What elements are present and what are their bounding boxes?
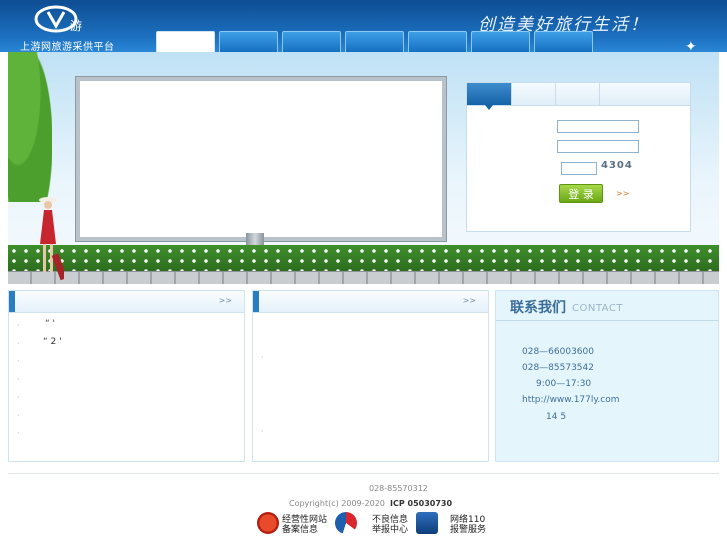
logo-text: 上游网旅游采供平台 xyxy=(20,42,115,52)
badge-text-2[interactable]: 不良信息 举报中心 xyxy=(372,515,408,535)
fence-image xyxy=(8,271,719,284)
contact-phone-2: 028—85573542 xyxy=(522,363,594,373)
username-input[interactable] xyxy=(557,120,639,133)
panel-header-bar xyxy=(253,291,259,312)
tree-image xyxy=(8,52,52,202)
login-tab-1[interactable] xyxy=(467,83,512,105)
divider xyxy=(496,320,718,321)
footer-divider xyxy=(8,473,719,474)
bullet-icon: · xyxy=(17,393,20,402)
nav-tab-7[interactable] xyxy=(534,31,593,52)
nav-tab-6[interactable] xyxy=(471,31,530,52)
login-button[interactable]: 登 录 xyxy=(559,184,603,203)
panel-more-link[interactable]: >> xyxy=(463,296,476,305)
bullet-icon: · xyxy=(17,411,20,420)
nav-tab-4[interactable] xyxy=(345,31,404,52)
svg-text:游: 游 xyxy=(70,19,82,33)
contact-website-link[interactable]: http://www.177ly.com xyxy=(522,395,620,405)
hedge-image xyxy=(8,245,719,271)
nav-tab-3[interactable] xyxy=(282,31,341,52)
nav-tab-2[interactable] xyxy=(219,31,278,52)
captcha-image[interactable]: 4304 xyxy=(601,160,633,171)
site-header: 游 上游网旅游采供平台 创造美好旅行生活！ ✦ xyxy=(0,0,727,52)
contact-title: 联系我们 xyxy=(510,300,566,316)
bullet-icon: · xyxy=(261,427,264,436)
contact-hours: 9:00—17:30 xyxy=(536,379,592,389)
password-input[interactable] xyxy=(557,140,639,153)
contact-panel: 联系我们 CONTACT 028—66003600 028—85573542 9… xyxy=(495,290,719,462)
business-license-badge-icon[interactable] xyxy=(257,512,279,534)
contact-phone-1: 028—66003600 xyxy=(522,347,594,357)
bullet-icon: · xyxy=(17,321,20,330)
contact-misc: 14 5 xyxy=(546,412,567,422)
login-more-link[interactable]: >> xyxy=(616,189,629,198)
traveler-image xyxy=(39,197,64,281)
list-item[interactable]: “ ' xyxy=(45,319,55,329)
bullet-icon: · xyxy=(17,429,20,438)
contact-subtitle: CONTACT xyxy=(572,303,623,314)
panel-header: >> xyxy=(253,291,488,313)
news-panel-left: >> · “ ' · “ 2 ' · · · · · xyxy=(8,290,245,462)
login-tab-3[interactable] xyxy=(555,83,600,105)
panel-more-link[interactable]: >> xyxy=(219,296,232,305)
footer-phone: 028-85570312 xyxy=(369,484,428,493)
nav-tab-5[interactable] xyxy=(408,31,467,52)
sparkle-icon: ✦ xyxy=(685,39,697,52)
badge-text-1[interactable]: 经营性网站 备案信息 xyxy=(282,515,327,535)
login-panel: 4304 登 录 >> xyxy=(466,82,691,232)
footer-copyright: Copyright(c) 2009-2020 xyxy=(289,499,385,508)
panel-header: >> xyxy=(9,291,244,313)
panel-header-bar xyxy=(9,291,15,312)
police-110-badge-icon[interactable] xyxy=(416,512,438,534)
bullet-icon: · xyxy=(17,357,20,366)
login-tabs xyxy=(467,83,690,106)
active-tab-pointer-icon xyxy=(485,105,493,110)
report-center-badge-icon[interactable] xyxy=(335,512,357,534)
login-tab-2[interactable] xyxy=(511,83,556,105)
badge-text-3[interactable]: 网络110 报警服务 xyxy=(450,515,486,535)
site-logo-icon[interactable]: 游 xyxy=(34,4,86,34)
list-item[interactable]: “ 2 ' xyxy=(43,337,62,347)
footer-icp[interactable]: ICP 05030730 xyxy=(390,499,452,508)
billboard-image xyxy=(76,77,446,241)
bullet-icon: · xyxy=(17,375,20,384)
bullet-icon: · xyxy=(17,339,20,348)
bullet-icon: · xyxy=(261,353,264,362)
nav-tab-1[interactable] xyxy=(156,31,215,52)
news-panel-middle: >> · · xyxy=(252,290,489,462)
captcha-input[interactable] xyxy=(561,162,597,175)
login-tab-4[interactable] xyxy=(599,83,690,105)
